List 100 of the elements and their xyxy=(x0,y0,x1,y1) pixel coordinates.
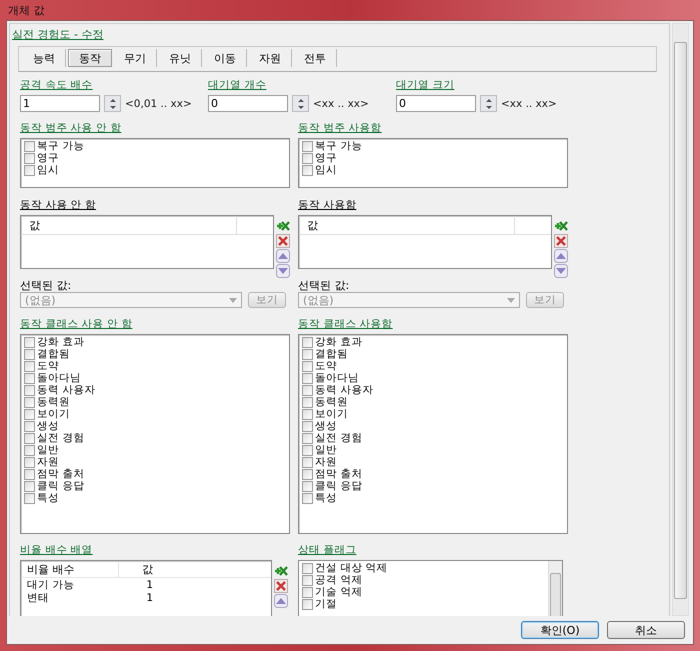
range-text: <xx .. xx> xyxy=(313,98,369,110)
checkbox[interactable] xyxy=(24,396,35,408)
checkbox-label: 기절 xyxy=(315,598,337,610)
checkbox[interactable] xyxy=(24,468,35,480)
list-label: 동작 범주 사용 안 함 xyxy=(20,121,122,135)
checkbox-label: 일반 xyxy=(315,444,337,456)
delete-icon[interactable] xyxy=(276,234,290,248)
table-cell-text: 변태 xyxy=(26,590,50,604)
checkbox[interactable] xyxy=(302,164,313,176)
checkbox[interactable] xyxy=(24,408,35,420)
checkbox[interactable] xyxy=(24,384,35,396)
checkbox[interactable] xyxy=(302,562,313,574)
checkbox[interactable] xyxy=(302,408,313,420)
table-cell-text: 1 xyxy=(145,592,154,604)
checkbox[interactable] xyxy=(24,456,35,468)
checkbox-label: 실전 경험 xyxy=(315,432,362,444)
field-label: 공격 속도 배수 xyxy=(20,78,94,92)
checkbox[interactable] xyxy=(302,396,313,408)
move-up-icon[interactable] xyxy=(276,249,290,263)
add-icon[interactable] xyxy=(274,564,288,578)
checkbox-label: 보이기 xyxy=(37,408,70,420)
checkbox[interactable] xyxy=(24,372,35,384)
checkbox-label: 돌아다님 xyxy=(37,372,81,384)
checkbox-label: 특성 xyxy=(37,492,59,504)
column-header: 값 xyxy=(141,562,154,576)
checkbox-label: 클릭 응답 xyxy=(37,480,84,492)
checkbox[interactable] xyxy=(302,456,313,468)
checkbox[interactable] xyxy=(302,372,313,384)
number-field[interactable]: 0 xyxy=(208,95,288,112)
add-icon[interactable] xyxy=(276,219,290,233)
checkbox[interactable] xyxy=(302,152,313,164)
dialog-button[interactable]: 취소 xyxy=(607,621,685,639)
checkbox[interactable] xyxy=(302,432,313,444)
tab[interactable]: 유닛 xyxy=(159,49,202,67)
checkbox[interactable] xyxy=(302,574,313,586)
checkbox[interactable] xyxy=(302,360,313,372)
checkbox-label: 기술 억제 xyxy=(315,586,362,598)
tab[interactable]: 전투 xyxy=(294,49,337,67)
checkbox[interactable] xyxy=(24,492,35,504)
checkbox[interactable] xyxy=(302,140,313,152)
checkbox-label: 자원 xyxy=(315,456,337,468)
checkbox[interactable] xyxy=(24,444,35,456)
field-label: 대기열 개수 xyxy=(208,78,268,92)
delete-icon[interactable] xyxy=(274,579,288,593)
number-field[interactable]: 1 xyxy=(20,95,100,112)
delete-icon[interactable] xyxy=(554,234,568,248)
tab[interactable]: 자원 xyxy=(249,49,292,67)
checkbox[interactable] xyxy=(24,336,35,348)
checkbox-label: 일반 xyxy=(37,444,59,456)
selected-value-label: 선택된 값: xyxy=(298,278,350,291)
tab[interactable]: 동작 xyxy=(68,49,112,67)
checkbox[interactable] xyxy=(302,384,313,396)
checkbox[interactable] xyxy=(302,480,313,492)
checkbox[interactable] xyxy=(302,420,313,432)
checkbox-label: 동력 사용자 xyxy=(37,384,96,396)
checkbox-label: 강화 효과 xyxy=(315,336,362,348)
move-down-icon[interactable] xyxy=(554,264,568,278)
scrollbar[interactable] xyxy=(672,23,689,616)
checkbox[interactable] xyxy=(24,432,35,444)
checkbox-label: 결합됨 xyxy=(37,348,70,360)
move-down-icon[interactable] xyxy=(276,264,290,278)
tab[interactable]: 무기 xyxy=(114,49,157,67)
number-field[interactable]: 0 xyxy=(396,95,476,112)
checkbox[interactable] xyxy=(24,164,35,176)
checkbox-label: 보이기 xyxy=(315,408,348,420)
checkbox[interactable] xyxy=(24,140,35,152)
dialog-button[interactable]: 확인(O) xyxy=(521,621,599,639)
checkbox[interactable] xyxy=(302,586,313,598)
checkbox[interactable] xyxy=(302,468,313,480)
checkbox-label: 특성 xyxy=(315,492,337,504)
checkbox-label: 동력원 xyxy=(37,396,70,408)
checkbox[interactable] xyxy=(302,444,313,456)
checkbox[interactable] xyxy=(302,336,313,348)
checkbox-label: 클릭 응답 xyxy=(315,480,362,492)
checkbox-label: 복구 가능 xyxy=(315,140,362,152)
spin-button[interactable] xyxy=(480,95,497,112)
checkbox-label: 임시 xyxy=(37,164,59,176)
checkbox[interactable] xyxy=(302,598,313,610)
move-up-icon[interactable] xyxy=(274,594,288,608)
column-header: 값 xyxy=(299,216,515,234)
move-up-icon[interactable] xyxy=(554,249,568,263)
selected-value-label: 선택된 값: xyxy=(20,278,72,291)
range-text: <xx .. xx> xyxy=(501,98,557,110)
checkbox[interactable] xyxy=(24,480,35,492)
scrollbar[interactable] xyxy=(548,561,562,616)
list-label: 동작 클래스 사용 안 함 xyxy=(20,317,134,331)
spin-button[interactable] xyxy=(104,95,121,112)
checkbox[interactable] xyxy=(24,420,35,432)
checkbox[interactable] xyxy=(302,492,313,504)
checkbox[interactable] xyxy=(24,348,35,360)
header-link[interactable]: 실전 경험도 - 수정 xyxy=(12,27,669,42)
checkbox[interactable] xyxy=(302,348,313,360)
window-title: 개체 값 xyxy=(8,2,44,18)
tab[interactable]: 능력 xyxy=(23,49,66,67)
checkbox-label: 임시 xyxy=(315,164,337,176)
add-icon[interactable] xyxy=(554,219,568,233)
spin-button[interactable] xyxy=(292,95,309,112)
checkbox[interactable] xyxy=(24,360,35,372)
checkbox[interactable] xyxy=(24,152,35,164)
tab[interactable]: 이동 xyxy=(204,49,247,67)
